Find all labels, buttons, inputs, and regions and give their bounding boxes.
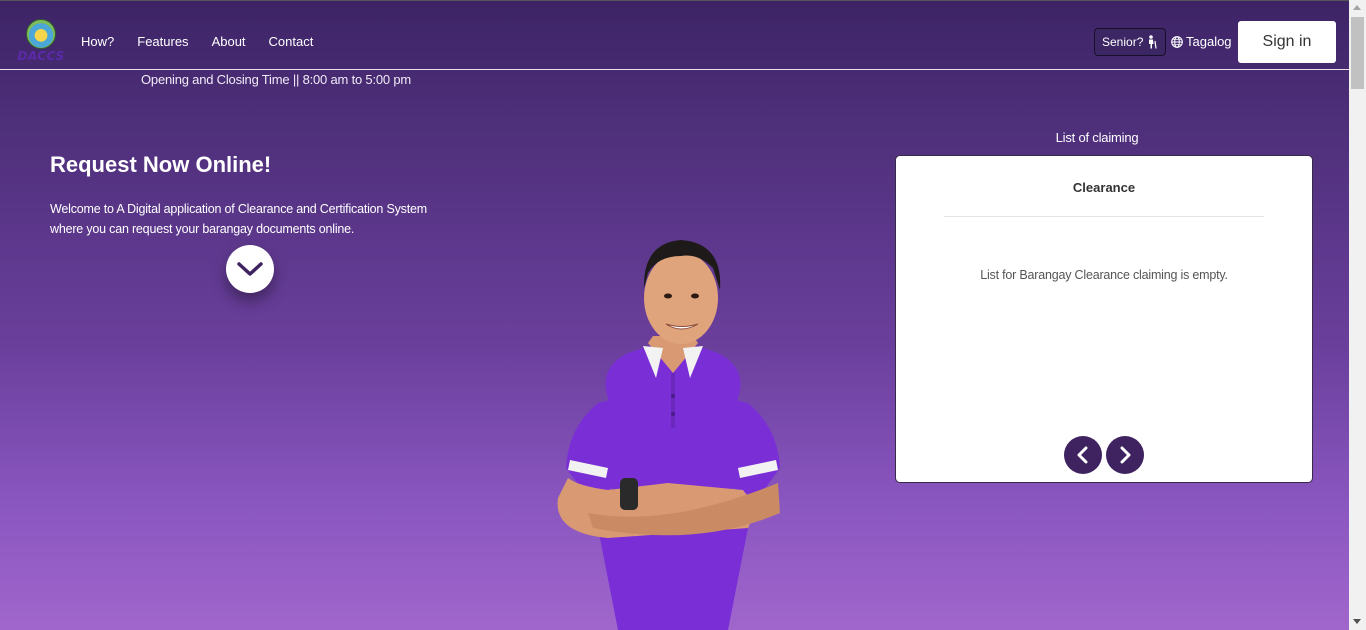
hero-description: Welcome to A Digital application of Clea… [50, 202, 427, 236]
page-scrollbar[interactable] [1349, 0, 1366, 630]
claiming-heading: List of claiming [1055, 130, 1139, 145]
barangay-seal-icon [26, 19, 56, 49]
card-title: Clearance [1072, 180, 1136, 195]
nav-link-features[interactable]: Features [137, 34, 188, 49]
elderly-person-icon [1149, 35, 1157, 49]
site-logo[interactable]: DACCS [16, 19, 66, 65]
card-divider [944, 216, 1264, 217]
scroll-thumb[interactable] [1351, 17, 1364, 89]
chevron-down-icon [237, 262, 263, 276]
nav-link-about[interactable]: About [212, 34, 246, 49]
opening-hours: Opening and Closing Time || 8:00 am to 5… [141, 72, 411, 87]
hero-title: Request Now Online! [50, 152, 272, 177]
empty-message: List for Barangay Clearance claiming is … [980, 268, 1228, 282]
nav-links: How? Features About Contact [81, 34, 336, 49]
scroll-down-button[interactable] [226, 245, 274, 293]
senior-button[interactable]: Senior? [1094, 28, 1167, 56]
scroll-down-arrow-icon[interactable] [1353, 619, 1361, 624]
claiming-card: Clearance List for Barangay Clearance cl… [895, 155, 1313, 483]
chevron-left-icon [1077, 446, 1088, 464]
logo-text: DACCS [17, 49, 65, 63]
chevron-right-icon [1120, 446, 1131, 464]
prev-button[interactable] [1064, 436, 1102, 474]
next-button[interactable] [1106, 436, 1144, 474]
senior-label: Senior? [1102, 35, 1144, 49]
signin-button[interactable]: Sign in [1238, 21, 1336, 63]
hero-person-image [557, 240, 780, 630]
navbar: DACCS How? Features About Contact Senior… [0, 1, 1349, 70]
nav-link-contact[interactable]: Contact [269, 34, 314, 49]
language-toggle[interactable]: Tagalog [1171, 34, 1232, 49]
scroll-up-arrow-icon[interactable] [1353, 5, 1361, 10]
globe-icon [1171, 35, 1183, 48]
nav-link-how[interactable]: How? [81, 34, 114, 49]
language-label: Tagalog [1186, 34, 1232, 49]
